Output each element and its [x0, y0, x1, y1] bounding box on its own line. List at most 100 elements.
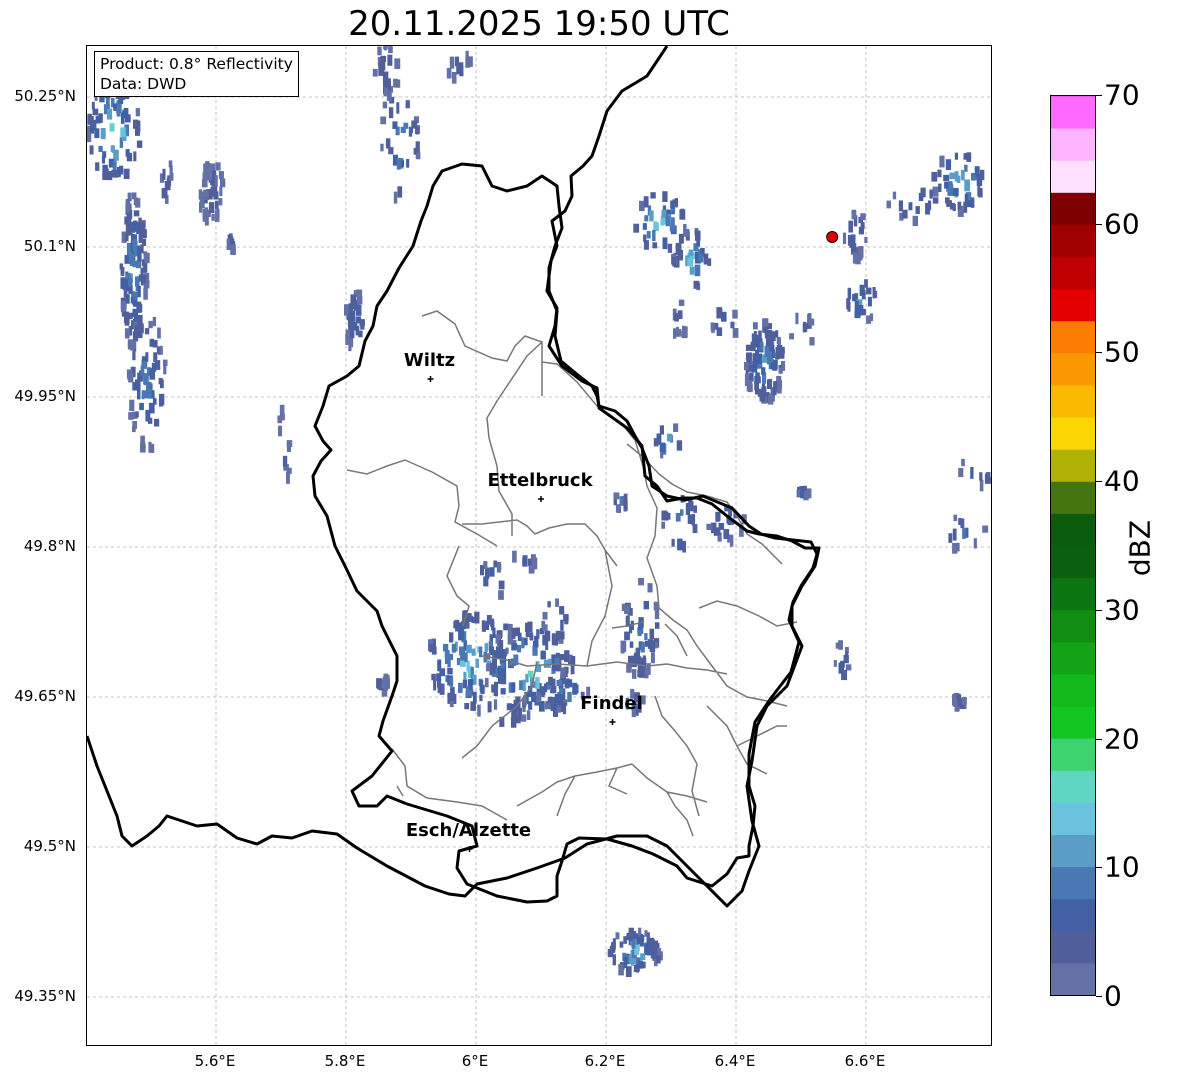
borders	[87, 46, 821, 908]
colorbar-swatch	[1051, 192, 1095, 225]
radar-echo-cell	[376, 673, 391, 697]
radar-echo-cell	[796, 485, 812, 501]
colorbar-swatch	[1051, 898, 1095, 932]
colorbar-swatch	[1051, 770, 1095, 803]
city-marker	[538, 496, 544, 502]
colorbar-swatches	[1051, 63, 1095, 996]
colorbar-tick-label: 20	[1104, 722, 1140, 756]
colorbar-swatch	[1051, 288, 1095, 322]
radar-echo-cell	[380, 79, 421, 204]
colorbar-swatch	[1051, 866, 1095, 900]
colorbar-swatch	[1051, 513, 1095, 546]
radar-site-marker	[826, 231, 839, 243]
radar-site-dot	[826, 231, 839, 243]
colorbar-swatch	[1051, 609, 1095, 643]
radar-echo-cell	[886, 186, 939, 227]
radar-echoes	[87, 46, 991, 978]
map-canvas	[87, 46, 991, 1045]
product-info-box: Product: 0.8° Reflectivity Data: DWD	[94, 51, 299, 97]
radar-echo-cell	[198, 161, 226, 226]
lon-tick-label: 5.6°E	[194, 1052, 236, 1070]
colorbar-tick-label: 50	[1104, 335, 1140, 369]
lat-tick-label: 49.95°N	[14, 387, 76, 405]
colorbar-tick-label: 10	[1104, 850, 1140, 884]
colorbar-swatch	[1051, 160, 1095, 193]
radar-echo-cell	[931, 152, 985, 218]
colorbar-swatch	[1051, 706, 1095, 739]
lat-tick-label: 49.8°N	[23, 537, 76, 555]
radar-echo-cell	[344, 289, 366, 352]
radar-echo-cell	[846, 279, 878, 324]
radar-echo-cell	[87, 86, 143, 181]
lat-tick-label: 50.25°N	[14, 87, 76, 105]
lat-tick-label: 49.35°N	[14, 987, 76, 1005]
colorbar	[1050, 63, 1096, 996]
colorbar-tick-label: 70	[1104, 78, 1140, 112]
map-title: 20.11.2025 19:50 UTC	[348, 4, 730, 44]
colorbar-swatch	[1051, 128, 1095, 161]
radar-echo-cell	[958, 458, 991, 492]
city-label: Findel	[580, 693, 643, 714]
radar-echo-cell	[607, 927, 663, 978]
colorbar-swatch	[1051, 834, 1095, 868]
radar-echo-cell	[833, 640, 852, 681]
colorbar-swatch	[1051, 449, 1095, 482]
colorbar-tick-mark	[1096, 996, 1102, 997]
colorbar-label: dBZ	[1123, 519, 1157, 577]
colorbar-swatch	[1051, 352, 1095, 386]
colorbar-tick-label: 40	[1104, 464, 1140, 498]
lat-tick-label: 49.5°N	[23, 837, 76, 855]
colorbar-tick-mark	[1096, 609, 1102, 611]
colorbar-swatch	[1051, 481, 1095, 514]
radar-echo-cell	[446, 50, 473, 84]
radar-echo-cell	[480, 560, 505, 600]
colorbar-swatch	[1051, 738, 1095, 771]
radar-echo-cell	[159, 160, 174, 204]
colorbar-swatch	[1051, 320, 1095, 354]
radar-echo-cell	[512, 550, 538, 574]
international-border	[87, 46, 821, 908]
colorbar-tick-label: 30	[1104, 593, 1140, 627]
colorbar-tick-mark	[1096, 223, 1102, 225]
radar-echo-cell	[789, 312, 815, 346]
radar-echo-cell	[952, 692, 967, 712]
colorbar-swatch	[1051, 641, 1095, 675]
colorbar-swatch	[1051, 224, 1095, 258]
colorbar-swatch	[1051, 962, 1095, 996]
radar-echo-cell	[672, 299, 688, 339]
lon-tick-label: 5.8°E	[324, 1052, 366, 1070]
radar-echo-cell	[226, 233, 236, 255]
colorbar-swatch	[1051, 63, 1095, 97]
colorbar-tick-mark	[1096, 867, 1102, 869]
radar-echo-cell	[653, 423, 683, 459]
radar-echo-cell	[710, 307, 739, 338]
lon-tick-label: 6°E	[461, 1052, 489, 1070]
city-marker	[427, 376, 434, 382]
radar-echo-cell	[372, 46, 401, 97]
colorbar-tick-mark	[1096, 352, 1102, 354]
colorbar-swatch	[1051, 545, 1095, 579]
radar-echo-cell	[661, 495, 698, 553]
colorbar-swatch	[1051, 96, 1095, 129]
radar-echo-cell	[948, 514, 989, 554]
lon-tick-label: 6.2°E	[584, 1052, 626, 1070]
colorbar-swatch	[1051, 673, 1095, 707]
colorbar-swatch	[1051, 417, 1095, 450]
city-label: Ettelbruck	[487, 470, 593, 491]
city-markers	[427, 376, 616, 852]
city-label: Wiltz	[403, 350, 456, 371]
product-label: Product: 0.8° Reflectivity	[100, 55, 293, 73]
lat-tick-label: 49.65°N	[14, 687, 76, 705]
colorbar-tick-label: 60	[1104, 207, 1140, 241]
colorbar-swatch	[1051, 802, 1095, 835]
colorbar-swatch	[1051, 256, 1095, 290]
colorbar-tick-label: 0	[1104, 979, 1122, 1013]
radar-echo-cell	[277, 404, 293, 484]
radar-echo-cell	[613, 492, 628, 513]
colorbar-tick-mark	[1096, 95, 1102, 96]
colorbar-swatch	[1051, 577, 1095, 611]
radar-echo-cell	[744, 318, 786, 405]
map-area[interactable]	[86, 45, 992, 1046]
city-label: Esch/Alzette	[405, 820, 532, 841]
lon-tick-label: 6.4°E	[714, 1052, 756, 1070]
